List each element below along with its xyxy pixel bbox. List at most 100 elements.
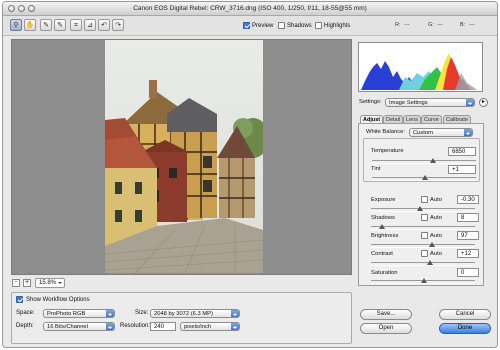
color-sampler-tool-icon[interactable]: ✎ xyxy=(54,19,66,31)
resolution-unit-select[interactable]: pixels/inch xyxy=(180,322,240,331)
r-readout-value: --- xyxy=(404,22,410,28)
depth-select-arrow-icon xyxy=(106,323,114,330)
tint-slider[interactable] xyxy=(372,175,476,181)
highlights-clipping-option[interactable]: Highlights xyxy=(315,22,350,29)
settings-menu-icon[interactable]: ▸ xyxy=(479,98,488,107)
r-readout-label: R: xyxy=(395,22,401,28)
g-readout-label: G: xyxy=(428,22,434,28)
zoom-in-button[interactable]: + xyxy=(23,279,31,287)
g-readout-value: --- xyxy=(437,22,443,28)
shadows-clipping-label: Shadows xyxy=(287,22,312,29)
zoom-tool-icon[interactable]: ⚲ xyxy=(10,19,22,31)
resolution-input[interactable]: 240 xyxy=(150,322,176,331)
exposure-slider-handle[interactable] xyxy=(417,206,423,211)
highlights-clipping-label: Highlights xyxy=(324,22,351,29)
title-bar: Canon EOS Digital Rebel: CRW_3716.dng (I… xyxy=(3,2,497,16)
temperature-slider[interactable] xyxy=(372,158,476,164)
saturation-slider[interactable] xyxy=(371,278,475,284)
preview-label: Preview xyxy=(252,22,274,29)
shadows-input[interactable]: 8 xyxy=(457,213,479,222)
b-readout-label: B: xyxy=(460,22,466,28)
temperature-input[interactable]: 6850 xyxy=(448,147,476,156)
brightness-label: Brightness xyxy=(371,233,399,239)
shadows-clipping-option[interactable]: Shadows xyxy=(278,22,312,29)
white-balance-arrow-icon xyxy=(464,129,472,136)
space-select-arrow-icon xyxy=(106,310,114,317)
saturation-input[interactable]: 0 xyxy=(457,268,479,277)
exposure-input[interactable]: -0.30 xyxy=(457,195,479,204)
resolution-unit-arrow-icon xyxy=(231,323,239,330)
shadows-auto-label: Auto xyxy=(430,215,442,221)
shadows-slider[interactable] xyxy=(371,224,475,230)
space-select-value: ProPhoto RGB xyxy=(47,311,86,317)
done-button[interactable]: Done xyxy=(439,323,491,334)
preview-checkbox[interactable] xyxy=(243,22,250,29)
depth-select-value: 16 Bits/Channel xyxy=(47,324,88,330)
depth-select[interactable]: 16 Bits/Channel xyxy=(43,322,115,331)
space-select[interactable]: ProPhoto RGB xyxy=(43,309,115,318)
rotate-left-icon[interactable]: ↶ xyxy=(98,19,110,31)
depth-label: Depth: xyxy=(16,323,34,329)
half-timbered-houses-image xyxy=(105,40,263,273)
workflow-options-panel: Show Workflow Options Space: ProPhoto RG… xyxy=(11,292,352,344)
zoom-out-button[interactable]: - xyxy=(12,279,20,287)
zoom-level-select[interactable]: 15.8% xyxy=(35,278,65,288)
histogram xyxy=(358,42,483,92)
photo-preview[interactable] xyxy=(105,40,263,273)
rotate-right-icon[interactable]: ↷ xyxy=(112,19,124,31)
adjust-panel: White Balance: Custom Temperature 6850 T… xyxy=(358,123,484,286)
tint-slider-handle[interactable] xyxy=(422,175,428,180)
exposure-auto-label: Auto xyxy=(430,197,442,203)
contrast-auto-checkbox[interactable] xyxy=(421,250,428,257)
exposure-auto-checkbox[interactable] xyxy=(421,196,428,203)
shadows-checkbox[interactable] xyxy=(278,22,285,29)
shadows-label: Shadows xyxy=(371,215,395,221)
size-select-arrow-icon xyxy=(231,310,239,317)
saturation-slider-handle[interactable] xyxy=(421,278,427,283)
white-balance-tool-icon[interactable]: ✎ xyxy=(40,19,52,31)
hand-tool-icon[interactable]: ✋ xyxy=(24,19,36,31)
saturation-label: Saturation xyxy=(371,270,398,276)
temperature-label: Temperature xyxy=(371,148,404,154)
zoom-control: - + 15.8% xyxy=(11,278,352,289)
contrast-slider[interactable] xyxy=(371,260,475,266)
brightness-input[interactable]: 97 xyxy=(457,231,479,240)
exposure-label: Exposure xyxy=(371,197,396,203)
contrast-slider-handle[interactable] xyxy=(427,260,433,265)
preview-option[interactable]: Preview xyxy=(243,22,273,29)
size-select[interactable]: 2048 by 3072 (6.3 MP) xyxy=(150,309,240,318)
exposure-slider[interactable] xyxy=(371,206,475,212)
crop-tool-icon[interactable]: ⌗ xyxy=(70,19,82,31)
camera-raw-window: Canon EOS Digital Rebel: CRW_3716.dng (I… xyxy=(2,1,498,348)
contrast-input[interactable]: +12 xyxy=(457,249,479,258)
highlights-checkbox[interactable] xyxy=(315,22,322,29)
toolbar: ⚲ ✋ ✎ ✎ ⌗ ⊿ ↶ ↷ Preview Shadows Highligh… xyxy=(3,16,497,36)
cancel-button[interactable]: Cancel xyxy=(439,309,491,320)
straighten-tool-icon[interactable]: ⊿ xyxy=(84,19,96,31)
brightness-slider[interactable] xyxy=(371,242,475,248)
settings-select[interactable]: Image Settings xyxy=(385,98,475,107)
shadows-auto-checkbox[interactable] xyxy=(421,214,428,221)
tint-input[interactable]: +1 xyxy=(448,165,476,174)
save-button[interactable]: Save... xyxy=(360,309,412,320)
brightness-slider-handle[interactable] xyxy=(429,242,435,247)
open-button[interactable]: Open xyxy=(360,323,412,334)
shadows-slider-handle[interactable] xyxy=(379,224,385,229)
b-readout-value: --- xyxy=(469,22,475,28)
white-balance-label: White Balance: xyxy=(366,129,405,135)
temperature-slider-handle[interactable] xyxy=(430,158,436,163)
show-workflow-label: Show Workflow Options xyxy=(26,296,90,303)
brightness-auto-checkbox[interactable] xyxy=(421,232,428,239)
tint-label: Tint xyxy=(371,166,381,172)
white-balance-select[interactable]: Custom xyxy=(409,128,473,137)
show-workflow-checkbox[interactable] xyxy=(16,296,23,303)
space-label: Space: xyxy=(16,310,35,316)
size-label: Size: xyxy=(135,310,149,316)
show-workflow-option[interactable]: Show Workflow Options xyxy=(16,296,90,303)
window-title: Canon EOS Digital Rebel: CRW_3716.dng (I… xyxy=(133,5,367,12)
brightness-auto-label: Auto xyxy=(430,233,442,239)
white-balance-value: Custom xyxy=(413,130,433,136)
settings-select-arrow-icon xyxy=(466,99,474,106)
settings-label: Settings: xyxy=(359,99,382,105)
contrast-label: Contrast xyxy=(371,251,393,257)
